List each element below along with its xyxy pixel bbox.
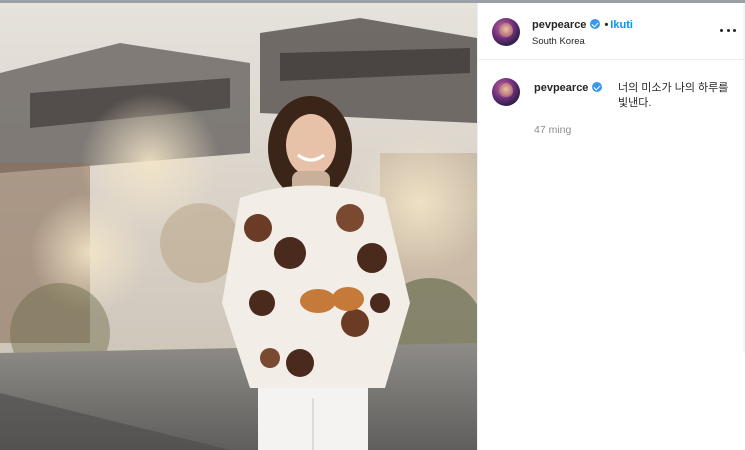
username-link[interactable]: pevpearce	[532, 19, 586, 31]
separator-dot: •	[604, 19, 609, 31]
caption-avatar[interactable]	[492, 78, 520, 106]
post-header: pevpearce • Ikuti South Korea	[478, 3, 745, 60]
location-link[interactable]: South Korea	[532, 36, 585, 47]
caption-username-row: pevpearce	[534, 82, 603, 94]
post-side-panel: pevpearce • Ikuti South Korea pevpearce 너의…	[477, 3, 745, 450]
profile-avatar[interactable]	[492, 18, 520, 46]
post-photo[interactable]	[0, 3, 477, 450]
username-row: pevpearce • Ikuti	[532, 19, 633, 31]
caption-text: 너의 미소가 나의 하루를 빛낸다.	[618, 82, 729, 109]
verified-badge-icon	[590, 19, 601, 29]
caption-username-link[interactable]: pevpearce	[534, 82, 588, 94]
verified-badge-icon	[592, 82, 603, 92]
more-options-icon[interactable]	[720, 29, 736, 35]
photo-illustration	[0, 3, 477, 450]
follow-button[interactable]: Ikuti	[610, 19, 633, 31]
post-timestamp[interactable]: 47 ming	[534, 124, 571, 136]
